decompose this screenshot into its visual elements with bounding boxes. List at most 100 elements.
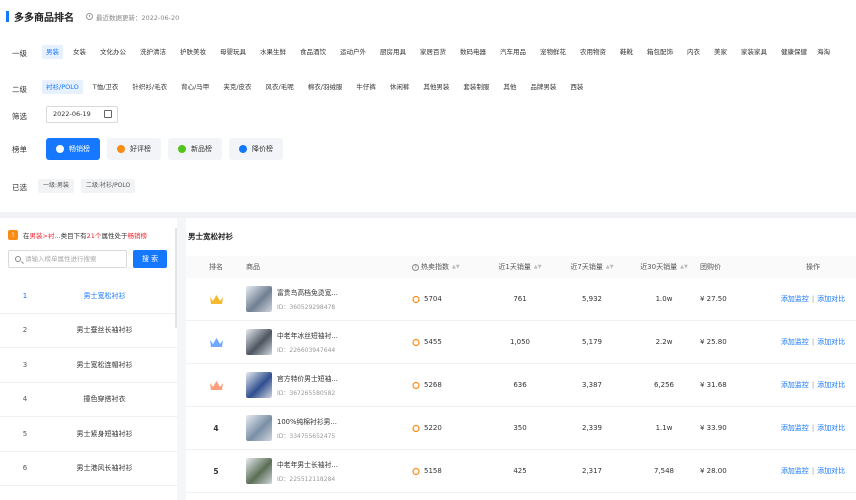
selected-chip[interactable]: 二级:衬衫/POLO xyxy=(81,179,136,193)
level1-tag[interactable]: 女装 xyxy=(69,45,90,59)
product-cell[interactable]: 中老年冰丝短袖衬... ID：226603947644 xyxy=(246,329,412,355)
board-label: 畅销榜 xyxy=(69,145,90,153)
board-button[interactable]: 降价榜 xyxy=(229,138,283,160)
sales-1day: 350 xyxy=(513,424,527,432)
product-thumbnail[interactable] xyxy=(246,329,272,355)
level2-tag[interactable]: 套装制服 xyxy=(459,80,493,94)
search-input[interactable] xyxy=(25,255,125,263)
category-item[interactable]: 4 撞色穿搭衬衣 xyxy=(0,383,177,417)
product-cell[interactable]: 官方特价男士短袖... ID：367265580582 xyxy=(246,372,412,398)
level1-tag[interactable]: 男装 xyxy=(42,45,63,59)
search-button[interactable]: 搜 索 xyxy=(133,250,167,268)
level2-tag[interactable]: T恤/卫衣 xyxy=(89,80,123,94)
category-item[interactable]: 2 男士蚕丝长袖衬衫 xyxy=(0,314,177,348)
category-item[interactable]: 6 男士港风长袖衬衫 xyxy=(0,452,177,486)
selected-chips: 一级:男装 二级:衬衫/POLO xyxy=(38,179,142,193)
category-item[interactable]: 3 男士宽松连帽衬衫 xyxy=(0,348,177,383)
product-thumbnail[interactable] xyxy=(246,415,272,441)
level2-tag[interactable]: 夹克/皮衣 xyxy=(219,80,255,94)
level1-tag[interactable]: 母婴玩具 xyxy=(216,45,250,59)
col-day30[interactable]: 近30天销量 ▲▼ xyxy=(628,262,700,272)
board-button[interactable]: 新品榜 xyxy=(168,138,222,160)
product-cell[interactable]: 富贵鸟高档免烫宽... ID：360529298478 xyxy=(246,286,412,312)
level1-tag[interactable]: 箱包配饰 xyxy=(643,45,677,59)
hot-cell: 5268 xyxy=(412,381,484,389)
level2-tag[interactable]: 其他男装 xyxy=(419,80,453,94)
level1-tag[interactable]: 洗护清洁 xyxy=(136,45,170,59)
level2-tag[interactable]: 牛仔裤 xyxy=(352,80,380,94)
level1-tag[interactable]: 文化办公 xyxy=(96,45,130,59)
level2-tag[interactable]: 其他 xyxy=(499,80,520,94)
product-cell[interactable]: 中老年男士长袖衬... ID：225512118284 xyxy=(246,458,412,484)
product-id: ID：360529298478 xyxy=(277,304,336,311)
product-info: 官方特价男士短袖... ID：367265580582 xyxy=(277,373,338,397)
level2-tag[interactable]: 背心/马甲 xyxy=(177,80,213,94)
level1-tag[interactable]: 农用物资 xyxy=(576,45,610,59)
product-name[interactable]: 中老年冰丝短袖衬... xyxy=(277,330,338,340)
product-thumbnail[interactable] xyxy=(246,372,272,398)
category-item[interactable]: 5 男士紧身短袖衬衫 xyxy=(0,417,177,452)
level1-tag[interactable]: 宠物鲜花 xyxy=(536,45,570,59)
level1-tag[interactable]: 海淘 xyxy=(813,45,834,59)
product-name[interactable]: 100%纯棉衬衫男... xyxy=(277,416,337,426)
selected-chip[interactable]: 一级:男装 xyxy=(38,179,75,193)
add-compare-link[interactable]: 添加对比 xyxy=(817,295,845,303)
crown-icon xyxy=(209,294,223,304)
level1-tag[interactable]: 健康保健 xyxy=(777,45,811,59)
add-compare-link[interactable]: 添加对比 xyxy=(817,338,845,346)
panel-separator xyxy=(177,218,186,500)
sales-1day: 425 xyxy=(513,467,527,475)
add-monitor-link[interactable]: 添加监控 xyxy=(781,424,809,432)
product-name[interactable]: 中老年男士长袖衬... xyxy=(277,459,338,469)
col-day1[interactable]: 近1天销量 ▲▼ xyxy=(484,262,556,272)
board-icon xyxy=(117,145,125,153)
level2-tag[interactable]: 针织衫/毛衣 xyxy=(128,80,171,94)
product-name[interactable]: 官方特价男士短袖... xyxy=(277,373,338,383)
product-thumbnail[interactable] xyxy=(246,458,272,484)
col-hot[interactable]: ? 热卖指数 ▲▼ xyxy=(412,262,484,272)
level2-tag[interactable]: 品牌男装 xyxy=(526,80,560,94)
add-monitor-link[interactable]: 添加监控 xyxy=(781,338,809,346)
add-monitor-link[interactable]: 添加监控 xyxy=(781,295,809,303)
level2-tag[interactable]: 休闲裤 xyxy=(386,80,414,94)
level2-tag[interactable]: 衬衫/POLO xyxy=(42,80,83,94)
level1-tag[interactable]: 内衣 xyxy=(683,45,704,59)
level1-tag[interactable]: 家装家具 xyxy=(737,45,771,59)
add-compare-link[interactable]: 添加对比 xyxy=(817,381,845,389)
sort-icon: ▲▼ xyxy=(452,264,460,270)
category-item[interactable]: 1 男士宽松衬衫 xyxy=(0,279,177,314)
level2-tag[interactable]: 西装 xyxy=(566,80,587,94)
hot-value: 5455 xyxy=(424,338,442,346)
col-day7[interactable]: 近7天销量 ▲▼ xyxy=(556,262,628,272)
level1-tag[interactable]: 厨房用具 xyxy=(376,45,410,59)
sales-7day: 2,339 xyxy=(581,424,603,432)
add-compare-link[interactable]: 添加对比 xyxy=(817,467,845,475)
date-picker[interactable]: 2022-06-19 xyxy=(46,106,118,123)
board-button[interactable]: 好评榜 xyxy=(107,138,161,160)
product-id: ID：367265580582 xyxy=(277,390,336,397)
add-monitor-link[interactable]: 添加监控 xyxy=(781,467,809,475)
board-button[interactable]: 畅销榜 xyxy=(46,138,100,160)
level1-tag[interactable]: 美家 xyxy=(710,45,731,59)
add-monitor-link[interactable]: 添加监控 xyxy=(781,381,809,389)
level1-tag[interactable]: 家居百货 xyxy=(416,45,450,59)
level2-tag[interactable]: 风衣/毛呢 xyxy=(262,80,298,94)
selected-label: 已选 xyxy=(12,183,27,192)
product-thumbnail[interactable] xyxy=(246,286,272,312)
level1-tag[interactable]: 护肤美妆 xyxy=(176,45,210,59)
flame-icon xyxy=(412,338,420,346)
date-value: 2022-06-19 xyxy=(53,110,91,118)
level1-tag[interactable]: 水果生鲜 xyxy=(256,45,290,59)
level1-tag[interactable]: 数码电器 xyxy=(456,45,490,59)
add-compare-link[interactable]: 添加对比 xyxy=(817,424,845,432)
level1-tag[interactable]: 鞋靴 xyxy=(616,45,637,59)
product-name[interactable]: 富贵鸟高档免烫宽... xyxy=(277,287,338,297)
level1-tag[interactable]: 食品酒饮 xyxy=(296,45,330,59)
level1-tag[interactable]: 运动户外 xyxy=(336,45,370,59)
product-cell[interactable]: 100%纯棉衬衫男... ID：334755652475 xyxy=(246,415,412,441)
crown-icon xyxy=(209,380,223,390)
category-number: 3 xyxy=(22,360,28,369)
level1-tag[interactable]: 汽车用品 xyxy=(496,45,530,59)
category-number: 1 xyxy=(22,291,28,300)
level2-tag[interactable]: 棉衣/羽绒服 xyxy=(304,80,347,94)
